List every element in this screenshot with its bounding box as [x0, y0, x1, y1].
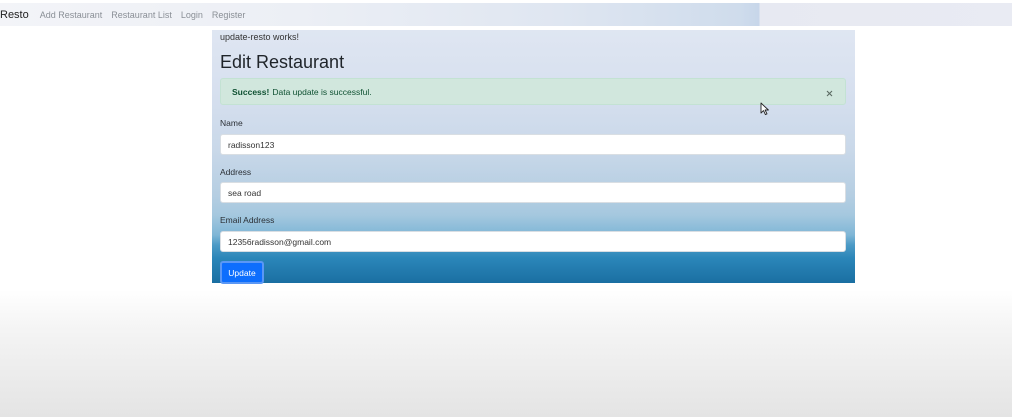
component-works-text: update-resto works! — [220, 32, 300, 42]
alert-message: Data update is successful. — [272, 86, 372, 97]
email-label: Email Address — [220, 215, 275, 225]
nav-link-register[interactable]: Register — [212, 10, 246, 20]
mouse-cursor-icon — [760, 102, 770, 116]
nav-link-login[interactable]: Login — [181, 10, 203, 20]
navbar: Resto Add Restaurant Restaurant List Log… — [0, 3, 1012, 26]
name-label: Name — [220, 118, 243, 128]
page-title: Edit Restaurant — [220, 52, 345, 72]
navbar-brand[interactable]: Resto — [0, 9, 29, 21]
update-button[interactable]: Update — [220, 261, 264, 284]
success-alert: Success! Data update is successful. — [220, 78, 846, 105]
alert-text: Success! Data update is successful. — [232, 87, 372, 97]
address-label: Address — [220, 167, 252, 177]
content-panel: update-resto works! Edit Restaurant Succ… — [212, 30, 855, 284]
nav-link-add-restaurant[interactable]: Add Restaurant — [40, 10, 103, 20]
email-input[interactable] — [220, 231, 846, 252]
name-input[interactable] — [220, 134, 846, 155]
address-input[interactable] — [220, 182, 846, 203]
close-icon[interactable] — [824, 86, 835, 97]
nav-link-restaurant-list[interactable]: Restaurant List — [111, 10, 172, 20]
alert-strong: Success! — [232, 86, 270, 97]
